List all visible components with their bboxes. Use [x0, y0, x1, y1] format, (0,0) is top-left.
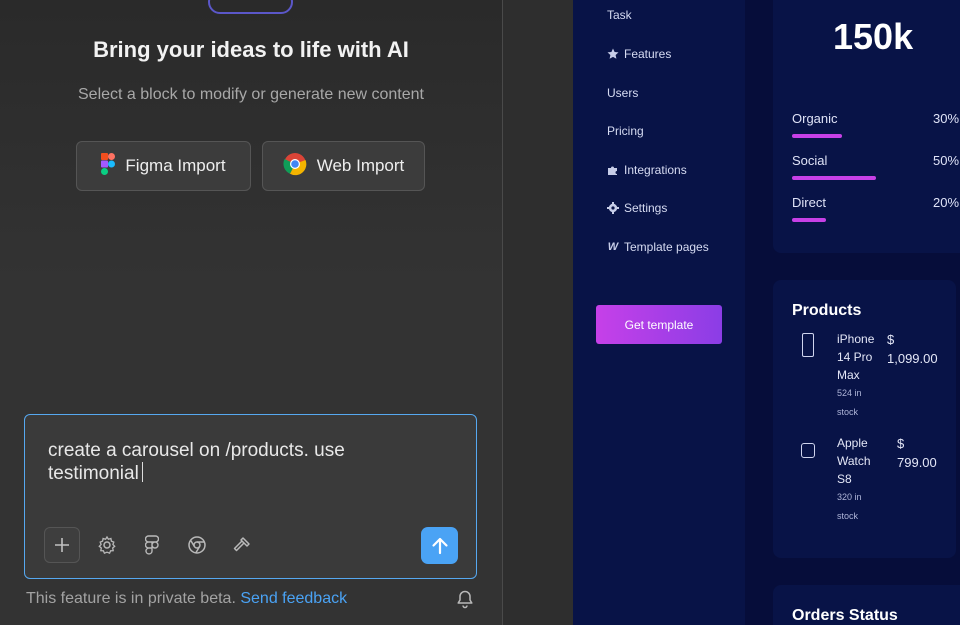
- source-percent: 30%: [933, 111, 960, 126]
- figma-icon: [101, 152, 116, 180]
- figma-import-label: Figma Import: [125, 156, 226, 175]
- nav-item-integrations[interactable]: Integrations: [607, 163, 687, 177]
- chrome-outline-icon: [188, 536, 206, 554]
- source-label: Direct: [792, 195, 826, 210]
- nav-label: Settings: [624, 201, 668, 215]
- canvas-gutter: [503, 0, 573, 625]
- nav-label: Features: [624, 47, 672, 61]
- w-icon: W: [607, 241, 619, 253]
- web-import-button[interactable]: Web Import: [262, 141, 425, 191]
- product-name[interactable]: iPhone 14 Pro Max: [837, 330, 885, 384]
- send-button[interactable]: [421, 527, 458, 564]
- bell-icon: [457, 590, 473, 609]
- product-price: $ 1,099.00: [887, 332, 938, 366]
- nav-item-settings[interactable]: Settings: [607, 201, 667, 215]
- puzzle-icon: [607, 164, 619, 176]
- orders-title: Orders Status: [792, 607, 898, 624]
- products-title: Products: [792, 302, 862, 319]
- plus-icon: [55, 538, 69, 552]
- ai-panel-subtitle: Select a block to modify or generate new…: [78, 86, 424, 103]
- orders-card: Orders Status: [773, 585, 960, 625]
- product-price: $ 799.00: [897, 436, 937, 470]
- prompt-input[interactable]: create a carousel on /products. use test…: [48, 439, 448, 485]
- product-name[interactable]: Apple Watch S8: [837, 434, 885, 488]
- products-card: Products iPhone 14 Pro Max 524 in stock …: [773, 280, 956, 558]
- source-bar: [792, 218, 826, 222]
- traffic-card: 150k Organic 30% Social 50% Direct 20%: [773, 0, 960, 253]
- nav-label: Integrations: [624, 163, 687, 177]
- source-percent: 20%: [933, 195, 960, 210]
- gear-icon: [98, 535, 116, 555]
- nav-label: Task: [607, 8, 632, 22]
- nav-item-task[interactable]: Task: [607, 8, 632, 22]
- beta-text: This feature is in private beta.: [26, 590, 236, 607]
- settings-button[interactable]: [89, 527, 125, 563]
- nav-item-features[interactable]: Features: [607, 47, 671, 61]
- phone-thumbnail: [802, 333, 814, 357]
- source-bar: [792, 134, 842, 138]
- send-feedback-link[interactable]: Send feedback: [240, 590, 347, 607]
- mode-pill[interactable]: [208, 0, 293, 14]
- ai-panel-title: Bring your ideas to life with AI: [93, 37, 409, 62]
- get-template-button[interactable]: Get template: [596, 305, 722, 344]
- product-stock: 320 in stock: [837, 492, 862, 521]
- prompt-box[interactable]: create a carousel on /products. use test…: [24, 414, 477, 579]
- prompt-line-2: testimonial: [48, 463, 139, 484]
- star-icon: [607, 48, 619, 60]
- figma-outline-icon: [145, 535, 159, 555]
- text-caret: [141, 462, 144, 482]
- ai-panel: Bring your ideas to life with AI Select …: [0, 0, 502, 625]
- notifications-button[interactable]: [455, 589, 475, 614]
- source-label: Organic: [792, 111, 838, 126]
- nav-item-template-pages[interactable]: W Template pages: [607, 240, 709, 254]
- build-tool-button[interactable]: [224, 527, 260, 563]
- nav-label: Users: [607, 86, 639, 100]
- web-import-label: Web Import: [316, 156, 405, 175]
- prompt-line-1: create a carousel on /products. use: [48, 440, 345, 461]
- nav-item-pricing[interactable]: Pricing: [607, 124, 644, 138]
- figma-tool-button[interactable]: [134, 527, 170, 563]
- hammer-icon: [233, 537, 250, 552]
- nav-item-users[interactable]: Users: [607, 86, 638, 100]
- source-percent: 50%: [933, 153, 960, 168]
- nav-label: Pricing: [607, 124, 644, 138]
- preview-sidebar: Task Features Users Pricing Integrations…: [573, 0, 745, 625]
- chrome-icon: [283, 152, 307, 181]
- chrome-tool-button[interactable]: [179, 527, 215, 563]
- product-stock: 524 in stock: [837, 388, 862, 417]
- add-button[interactable]: [44, 527, 80, 563]
- watch-thumbnail: [801, 443, 815, 458]
- figma-import-button[interactable]: Figma Import: [76, 141, 251, 191]
- traffic-total: 150k: [833, 16, 914, 57]
- gear-icon: [607, 202, 619, 214]
- beta-notice: This feature is in private beta. Send fe…: [26, 590, 347, 608]
- arrow-up-icon: [431, 537, 448, 554]
- nav-label: Template pages: [624, 240, 709, 254]
- source-label: Social: [792, 153, 828, 168]
- source-bar: [792, 176, 876, 180]
